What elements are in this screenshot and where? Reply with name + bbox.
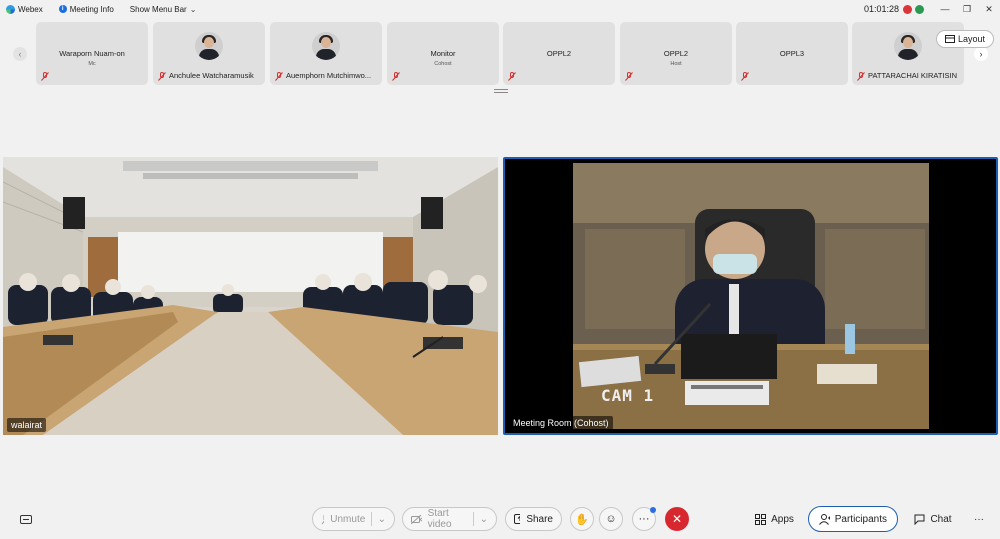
more-icon: ··· xyxy=(638,513,650,525)
video-name-label: walairat xyxy=(7,418,47,432)
meeting-info-button[interactable]: i Meeting Info xyxy=(58,4,114,14)
start-video-label: Start video xyxy=(427,508,452,530)
info-icon: i xyxy=(58,5,67,13)
notification-badge xyxy=(650,507,656,513)
participant-tile[interactable]: Anchulee Watcharamusik xyxy=(153,22,265,85)
share-icon xyxy=(514,514,521,524)
participant-role: Cohost xyxy=(434,61,452,67)
meeting-room-video xyxy=(505,159,996,433)
mic-muted-icon xyxy=(857,72,865,81)
show-menu-bar-label: Show Menu Bar xyxy=(129,4,187,14)
participant-tile[interactable]: OPPL2 xyxy=(503,22,615,85)
participant-name: Anchulee Watcharamusik xyxy=(169,71,254,80)
hand-icon: ✋ xyxy=(575,513,589,526)
recording-status-icon xyxy=(903,4,912,14)
close-icon[interactable]: ✕ xyxy=(978,4,1000,15)
close-icon: ✕ xyxy=(671,512,683,526)
layout-label: Layout xyxy=(957,34,986,44)
conference-room-video xyxy=(3,157,498,435)
overflow-menu-button[interactable]: ··· xyxy=(972,510,986,528)
meeting-info-label: Meeting Info xyxy=(69,4,114,14)
strip-prev-button[interactable]: ‹ xyxy=(13,47,27,61)
participant-name: OPPL2 xyxy=(663,49,689,58)
strip-resize-handle[interactable] xyxy=(494,89,508,93)
mic-muted-icon xyxy=(275,72,283,81)
participant-name: OPPL2 xyxy=(546,49,572,58)
app-title: Webex xyxy=(6,4,43,14)
participant-name: OPPL3 xyxy=(779,49,805,58)
video-name-label: Meeting Room (Cohost) xyxy=(509,416,613,430)
smiley-icon: ☺ xyxy=(605,513,617,525)
mic-muted-icon xyxy=(508,72,516,81)
unmute-button[interactable]: Unmute ⌄ xyxy=(312,507,395,531)
mic-muted-icon xyxy=(158,72,166,81)
more-options-button[interactable]: ··· xyxy=(632,507,656,531)
reactions-button[interactable]: ☺ xyxy=(599,507,623,531)
share-label: Share xyxy=(526,513,553,525)
chat-label: Chat xyxy=(930,513,952,525)
apps-button[interactable]: Apps xyxy=(752,510,797,528)
connection-status-icon xyxy=(915,4,924,14)
chevron-down-icon: ⌄ xyxy=(189,4,197,14)
captions-icon xyxy=(20,514,32,524)
participant-tile[interactable]: Monitor Cohost xyxy=(387,22,499,85)
apps-icon xyxy=(755,513,767,525)
layout-button[interactable]: Layout xyxy=(936,30,994,48)
chevron-down-icon[interactable]: ⌄ xyxy=(378,514,386,525)
participants-label: Participants xyxy=(834,513,887,525)
participant-name: PATTARACHAI KIRATISIN xyxy=(868,71,958,80)
participant-name: Monitor xyxy=(430,49,456,58)
participant-name: Waraporn Nuam-on xyxy=(59,49,125,58)
participant-tile[interactable]: Waraporn Nuam-on Mc xyxy=(36,22,148,85)
participant-tile[interactable]: Auemphorn Mutchimwo... xyxy=(270,22,382,85)
mic-muted-icon xyxy=(625,72,633,81)
restore-icon[interactable]: ❐ xyxy=(956,4,978,15)
participant-tile[interactable]: OPPL2 Host xyxy=(620,22,732,85)
camera-overlay-text: CAM 1 xyxy=(601,386,655,405)
show-menu-bar-button[interactable]: Show Menu Bar ⌄ xyxy=(130,5,197,14)
raise-hand-button[interactable]: ✋ xyxy=(570,507,594,531)
layout-icon xyxy=(944,35,955,43)
chat-icon xyxy=(914,514,925,525)
unmute-label: Unmute xyxy=(330,513,366,525)
strip-next-button[interactable]: › xyxy=(974,47,988,61)
avatar xyxy=(894,32,922,60)
start-video-button[interactable]: Start video ⌄ xyxy=(402,507,497,531)
apps-label: Apps xyxy=(771,513,794,525)
mic-muted-icon xyxy=(741,72,749,81)
participant-role: Mc xyxy=(88,61,96,67)
video-tile-walairat[interactable]: walairat xyxy=(3,157,498,435)
avatar xyxy=(195,32,223,60)
minimize-icon[interactable]: — xyxy=(934,4,956,14)
mic-muted-icon xyxy=(392,72,400,81)
participant-tile[interactable]: OPPL3 xyxy=(736,22,848,85)
avatar xyxy=(312,32,340,60)
mic-muted-icon xyxy=(41,72,49,81)
participant-role: Host xyxy=(670,61,682,67)
more-icon: ··· xyxy=(974,513,984,525)
video-tile-meeting-room[interactable]: CAM 1 Meeting Room (Cohost) xyxy=(503,157,998,435)
webex-logo-icon xyxy=(6,4,15,14)
participant-name: Auemphorn Mutchimwo... xyxy=(286,71,372,80)
video-off-icon xyxy=(411,514,422,524)
participants-icon xyxy=(819,513,830,525)
leave-meeting-button[interactable]: ✕ xyxy=(665,507,689,531)
meeting-timer: 01:01:28 xyxy=(863,4,899,14)
captions-button[interactable] xyxy=(18,512,34,528)
top-bar: Webex i Meeting Info Show Menu Bar ⌄ 01:… xyxy=(0,0,1000,18)
share-button[interactable]: Share xyxy=(505,507,562,531)
mic-muted-icon xyxy=(321,514,325,525)
chat-button[interactable]: Chat xyxy=(912,510,954,528)
chevron-down-icon[interactable]: ⌄ xyxy=(480,514,488,525)
participants-button[interactable]: Participants xyxy=(808,506,898,532)
app-name: Webex xyxy=(18,4,43,14)
